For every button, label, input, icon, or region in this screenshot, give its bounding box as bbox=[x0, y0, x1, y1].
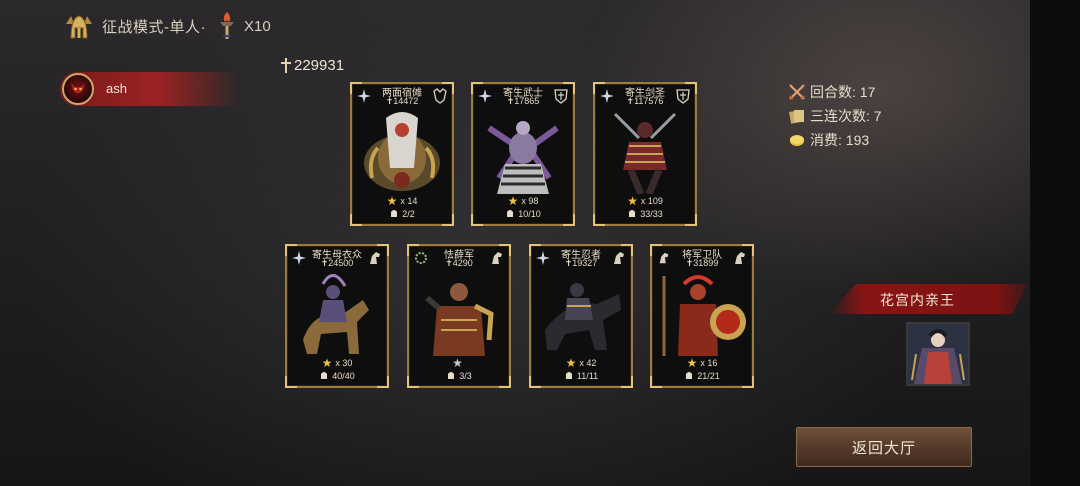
rounds-stat: 回合数: 17 bbox=[788, 80, 882, 104]
screen-edge bbox=[1030, 0, 1080, 486]
unit-power: ✝4290 bbox=[445, 258, 473, 268]
unit-portrait bbox=[303, 274, 369, 354]
star-icon: ★ bbox=[452, 356, 463, 370]
unit-power: ✝19327 bbox=[564, 258, 598, 268]
unit-portrait bbox=[487, 121, 559, 194]
unit-power: ✝14472 bbox=[385, 96, 419, 106]
soldier-icon bbox=[565, 372, 572, 379]
unit-stars: ★ bbox=[409, 356, 509, 370]
mode-label: 征战模式-单人· bbox=[102, 18, 206, 36]
coin-icon bbox=[790, 135, 804, 146]
unit-power: ✝117576 bbox=[626, 96, 664, 106]
prince-image bbox=[908, 324, 968, 384]
crossed-swords-icon bbox=[789, 84, 805, 100]
unit-stars: ★ x 30 bbox=[321, 356, 353, 370]
soldier-icon bbox=[629, 210, 636, 217]
triple-stat: 三连次数: 7 bbox=[788, 104, 882, 128]
cards-icon bbox=[789, 110, 804, 124]
mode-header: 征战模式-单人· X10 bbox=[62, 10, 271, 42]
unit-stars: ★ x 98 bbox=[507, 194, 539, 208]
unit-stars: ★ x 109 bbox=[627, 194, 663, 208]
unit-power: ✝17865 bbox=[506, 96, 540, 106]
unit-card[interactable]: 怯薛军 ✝4290 ★ 3/3 bbox=[407, 244, 511, 388]
torch-icon bbox=[220, 12, 234, 39]
unit-power: ✝24500 bbox=[320, 258, 354, 268]
multiplier-label: X10 bbox=[244, 17, 271, 35]
soldier-icon bbox=[391, 210, 398, 217]
unit-card[interactable]: 寄生剑圣 ✝117576 ★ x 109 33/33 bbox=[593, 82, 697, 226]
helmet-icon bbox=[66, 15, 92, 39]
total-power: 229931 bbox=[280, 57, 344, 74]
unit-card[interactable]: 两面宿傩 ✝14472 ★ x 14 2/2 bbox=[350, 82, 454, 226]
soldier-icon bbox=[507, 210, 514, 217]
power-icon bbox=[281, 57, 291, 73]
star-icon: ★ bbox=[686, 356, 698, 370]
unit-stars: ★ x 16 bbox=[686, 356, 718, 370]
unit-troops: 2/2 bbox=[352, 208, 452, 219]
unit-power: ✝31899 bbox=[685, 258, 719, 268]
battle-stats: 回合数: 17 三连次数: 7 消费: 193 bbox=[788, 80, 882, 152]
unit-troops: 11/11 bbox=[531, 370, 631, 381]
unit-card[interactable]: 寄生忍者 ✝19327 ★ x 42 11/11 bbox=[529, 244, 633, 388]
star-icon: ★ bbox=[565, 356, 577, 370]
player-bar[interactable]: ash bbox=[60, 72, 240, 106]
star-icon: ★ bbox=[386, 194, 398, 208]
unit-troops: 21/21 bbox=[652, 370, 752, 381]
unit-portrait bbox=[662, 275, 746, 356]
star-icon: ★ bbox=[321, 356, 333, 370]
unit-portrait bbox=[364, 112, 440, 191]
prince-portrait[interactable] bbox=[906, 322, 970, 386]
total-power-value: 229931 bbox=[294, 57, 345, 74]
cost-stat: 消费: 193 bbox=[788, 128, 882, 152]
player-name: ash bbox=[106, 81, 127, 96]
unit-troops: 10/10 bbox=[473, 208, 573, 219]
unit-card[interactable]: 寄生母衣众 ✝24500 ★ x 30 40/40 bbox=[285, 244, 389, 388]
unit-portrait bbox=[545, 283, 621, 350]
star-icon: ★ bbox=[507, 194, 519, 208]
return-lobby-button[interactable]: 返回大厅 bbox=[796, 427, 972, 467]
unit-stars: ★ x 42 bbox=[565, 356, 597, 370]
soldier-icon bbox=[448, 372, 455, 379]
unit-card[interactable]: 寄生武士 ✝17865 ★ x 98 10/10 bbox=[471, 82, 575, 226]
unit-troops: 40/40 bbox=[287, 370, 387, 381]
soldier-icon bbox=[321, 372, 328, 379]
star-icon: ★ bbox=[627, 194, 638, 208]
demon-avatar-icon bbox=[62, 73, 94, 105]
soldier-icon bbox=[686, 372, 693, 379]
unit-card[interactable]: 将军卫队 ✝31899 ★ x 16 21/21 bbox=[650, 244, 754, 388]
prince-title: 花宫内亲王 bbox=[880, 292, 955, 308]
unit-portrait bbox=[613, 112, 677, 194]
unit-troops: 33/33 bbox=[595, 208, 695, 219]
unit-stars: ★ x 14 bbox=[386, 194, 418, 208]
unit-troops: 3/3 bbox=[409, 370, 509, 381]
unit-portrait bbox=[425, 283, 494, 356]
